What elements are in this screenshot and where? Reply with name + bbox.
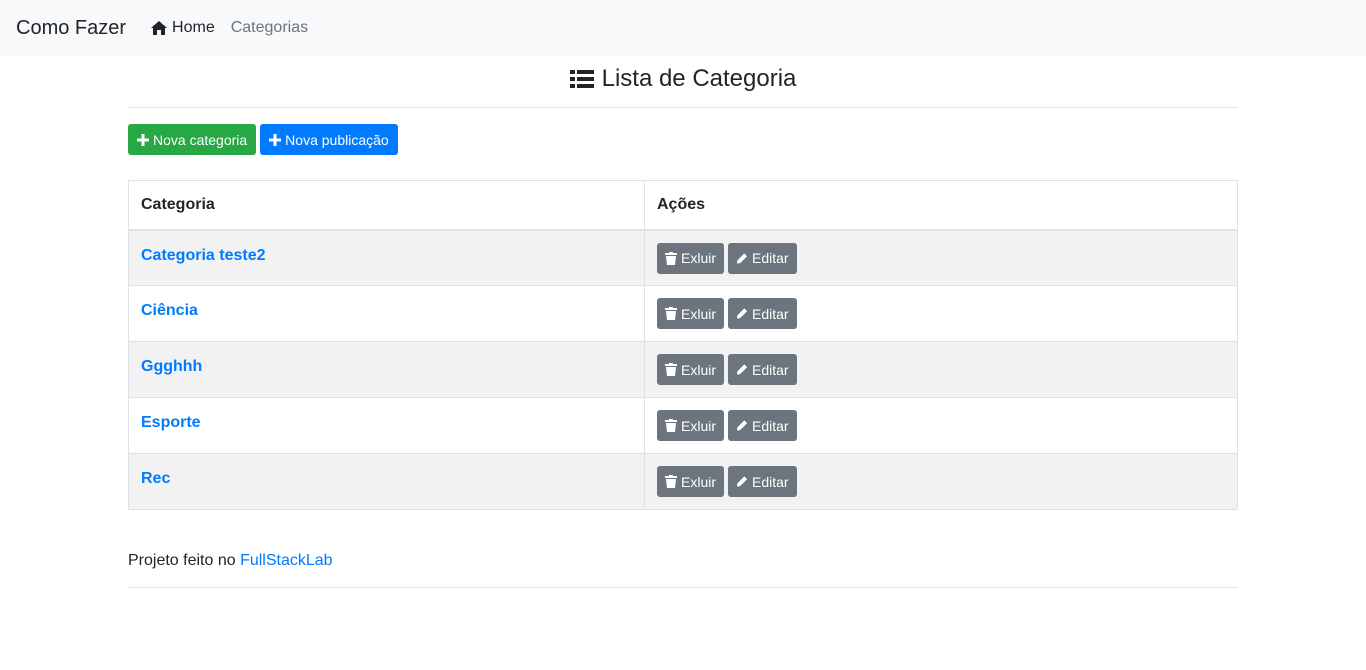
edit-button[interactable]: Editar: [728, 354, 797, 385]
table-row: Ciência Exluir Editar: [128, 285, 1238, 342]
categories-table: Categoria Ações Categoria teste2 Exluir …: [128, 180, 1238, 510]
category-link[interactable]: Ciência: [141, 302, 198, 320]
delete-label: Exluir: [681, 305, 717, 322]
header-category: Categoria: [128, 180, 645, 231]
new-post-button[interactable]: Nova publicação: [260, 124, 398, 155]
delete-button[interactable]: Exluir: [657, 466, 725, 497]
header-actions: Ações: [644, 180, 1238, 231]
delete-button[interactable]: Exluir: [657, 410, 725, 441]
pencil-icon: [736, 308, 748, 319]
table-row: Rec Exluir Editar: [128, 453, 1238, 510]
action-buttons: Nova categoria Nova publicação: [128, 124, 1238, 155]
edit-button[interactable]: Editar: [728, 466, 797, 497]
main-container: Lista de Categoria Nova categoria Nova p…: [128, 56, 1238, 588]
edit-label: Editar: [752, 417, 789, 434]
trash-icon: [665, 251, 677, 265]
trash-icon: [665, 419, 677, 432]
category-link[interactable]: Esporte: [141, 414, 201, 432]
plus-icon: [269, 133, 282, 146]
category-link[interactable]: Categoria teste2: [141, 247, 266, 265]
table-header-row: Categoria Ações: [128, 180, 1238, 231]
table-row: Ggghhh Exluir Editar: [128, 341, 1238, 398]
table-row: Esporte Exluir Editar: [128, 397, 1238, 454]
new-category-button[interactable]: Nova categoria: [128, 124, 257, 155]
nav-home-label: Home: [172, 19, 215, 36]
page-title: Lista de Categoria: [601, 64, 797, 92]
delete-button[interactable]: Exluir: [657, 354, 725, 385]
pencil-icon: [736, 364, 748, 375]
delete-button[interactable]: Exluir: [657, 298, 725, 329]
edit-label: Editar: [752, 361, 789, 378]
footer-text: Projeto feito no: [128, 552, 241, 569]
pencil-icon: [736, 476, 748, 487]
edit-label: Editar: [752, 305, 789, 322]
delete-label: Exluir: [681, 250, 717, 266]
table-row: Categoria teste2 Exluir Editar: [128, 229, 1238, 286]
trash-icon: [665, 475, 677, 488]
new-category-label: Nova categoria: [153, 131, 248, 148]
pencil-icon: [736, 252, 748, 264]
delete-label: Exluir: [681, 417, 717, 434]
edit-button[interactable]: Editar: [728, 242, 797, 274]
footer: Projeto feito no FullStackLab: [128, 552, 1238, 588]
navbar-brand[interactable]: Como Fazer: [16, 17, 126, 40]
nav-categories-link[interactable]: Categorias: [231, 19, 308, 37]
edit-label: Editar: [752, 473, 789, 490]
footer-link[interactable]: FullStackLab: [240, 552, 333, 569]
category-link[interactable]: Ggghhh: [141, 358, 202, 376]
home-icon: [151, 21, 168, 35]
plus-icon: [137, 133, 149, 146]
list-icon: [569, 69, 594, 88]
edit-label: Editar: [752, 250, 789, 266]
edit-button[interactable]: Editar: [728, 410, 797, 441]
navbar: Como Fazer Home Categorias: [0, 0, 1366, 56]
pencil-icon: [736, 420, 748, 431]
delete-button[interactable]: Exluir: [657, 242, 725, 274]
trash-icon: [665, 363, 677, 376]
trash-icon: [665, 307, 677, 320]
category-link[interactable]: Rec: [141, 470, 170, 488]
title-row: Lista de Categoria: [128, 56, 1238, 108]
delete-label: Exluir: [681, 361, 717, 378]
new-post-label: Nova publicação: [285, 131, 389, 148]
delete-label: Exluir: [681, 473, 717, 490]
nav-home-link[interactable]: Home: [150, 19, 215, 37]
edit-button[interactable]: Editar: [728, 298, 797, 329]
